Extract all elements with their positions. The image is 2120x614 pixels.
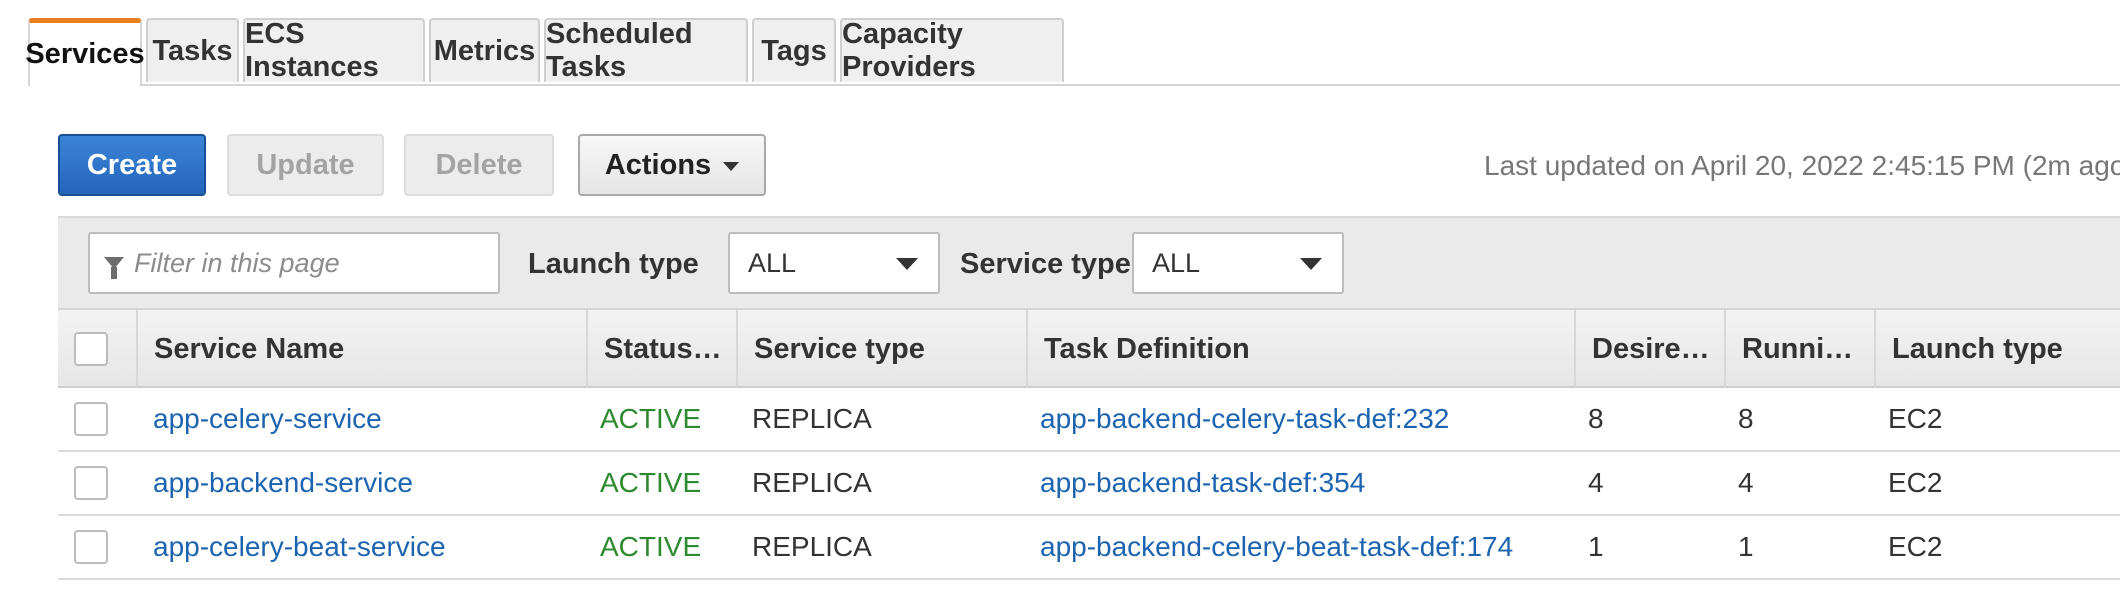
desired-count-cell: 8 bbox=[1588, 403, 1604, 434]
tab-metrics[interactable]: Metrics bbox=[429, 18, 540, 82]
filter-input-wrapper bbox=[88, 232, 500, 294]
launch-type-value: ALL bbox=[748, 247, 797, 278]
tab-capacity-providers[interactable]: Capacity Providers bbox=[840, 18, 1064, 83]
running-count-cell: 1 bbox=[1738, 531, 1754, 562]
status-badge: ACTIVE bbox=[600, 403, 702, 434]
caret-down-icon bbox=[896, 258, 918, 270]
caret-down-icon bbox=[1300, 258, 1322, 270]
filter-input[interactable] bbox=[132, 246, 476, 280]
service-name-link[interactable]: app-backend-service bbox=[153, 452, 413, 514]
tab-ecs-instances[interactable]: ECS Instances bbox=[243, 18, 425, 83]
launch-type-cell: EC2 bbox=[1888, 531, 1943, 562]
row-checkbox[interactable] bbox=[74, 466, 108, 500]
launch-type-select[interactable]: ALL bbox=[728, 232, 940, 294]
row-checkbox-cell bbox=[74, 516, 108, 578]
select-all-checkbox[interactable] bbox=[74, 332, 108, 366]
running-count-cell: 4 bbox=[1738, 467, 1754, 498]
running-count-cell: 8 bbox=[1738, 403, 1754, 434]
last-updated-text: Last updated on April 20, 2022 2:45:15 P… bbox=[1484, 150, 2120, 181]
update-button[interactable]: Update bbox=[227, 134, 384, 196]
task-definition-link[interactable]: app-backend-celery-beat-task-def:174 bbox=[1040, 516, 1513, 578]
column-header-running[interactable]: Runni… bbox=[1724, 310, 1874, 388]
service-type-cell: REPLICA bbox=[752, 531, 872, 562]
tab-tasks[interactable]: Tasks bbox=[146, 18, 239, 82]
tab-tags[interactable]: Tags bbox=[752, 18, 836, 82]
column-header-status[interactable]: Status… bbox=[586, 310, 736, 388]
column-header-launch-type[interactable]: Launch type bbox=[1874, 310, 2120, 388]
desired-count-cell: 4 bbox=[1588, 467, 1604, 498]
actions-dropdown-button[interactable]: Actions bbox=[578, 134, 766, 196]
service-name-link[interactable]: app-celery-beat-service bbox=[153, 516, 446, 578]
desired-count-cell: 1 bbox=[1588, 531, 1604, 562]
row-checkbox[interactable] bbox=[74, 402, 108, 436]
services-table: Service Name Status… Service type Task D… bbox=[58, 308, 2120, 580]
service-type-cell: REPLICA bbox=[752, 403, 872, 434]
launch-type-cell: EC2 bbox=[1888, 403, 1943, 434]
table-header: Service Name Status… Service type Task D… bbox=[58, 308, 2120, 388]
column-header-service-type[interactable]: Service type bbox=[736, 310, 1026, 388]
select-all-cell bbox=[58, 310, 136, 388]
launch-type-label: Launch type bbox=[528, 248, 699, 280]
row-checkbox-cell bbox=[74, 388, 108, 450]
column-header-desired[interactable]: Desire… bbox=[1574, 310, 1724, 388]
service-type-label: Service type bbox=[960, 248, 1131, 280]
actions-label: Actions bbox=[604, 148, 712, 181]
tab-bar: Services Tasks ECS Instances Metrics Sch… bbox=[25, 18, 2120, 86]
filter-funnel-icon bbox=[104, 257, 124, 279]
create-button[interactable]: Create bbox=[58, 134, 206, 196]
launch-type-cell: EC2 bbox=[1888, 467, 1943, 498]
service-name-link[interactable]: app-celery-service bbox=[153, 388, 382, 450]
service-type-value: ALL bbox=[1152, 247, 1201, 278]
caret-down-icon bbox=[723, 161, 740, 171]
table-row[interactable]: app-backend-service ACTIVE REPLICA app-b… bbox=[58, 452, 2120, 516]
table-row[interactable]: app-celery-beat-service ACTIVE REPLICA a… bbox=[58, 516, 2120, 580]
row-checkbox-cell bbox=[74, 452, 108, 514]
task-definition-link[interactable]: app-backend-task-def:354 bbox=[1040, 452, 1365, 514]
service-type-cell: REPLICA bbox=[752, 467, 872, 498]
tab-scheduled-tasks[interactable]: Scheduled Tasks bbox=[544, 18, 748, 83]
ecs-cluster-panel: Services Tasks ECS Instances Metrics Sch… bbox=[25, 0, 2120, 614]
service-type-select[interactable]: ALL bbox=[1132, 232, 1344, 294]
status-badge: ACTIVE bbox=[600, 531, 702, 562]
row-checkbox[interactable] bbox=[74, 530, 108, 564]
status-badge: ACTIVE bbox=[600, 467, 702, 498]
column-header-service-name[interactable]: Service Name bbox=[136, 310, 586, 388]
task-definition-link[interactable]: app-backend-celery-task-def:232 bbox=[1040, 388, 1449, 450]
table-row[interactable]: app-celery-service ACTIVE REPLICA app-ba… bbox=[58, 388, 2120, 452]
column-header-task-definition[interactable]: Task Definition bbox=[1026, 310, 1574, 388]
delete-button[interactable]: Delete bbox=[404, 134, 554, 196]
filter-bar: Launch type ALL Service type ALL bbox=[58, 216, 2120, 310]
tab-services[interactable]: Services bbox=[25, 18, 145, 86]
